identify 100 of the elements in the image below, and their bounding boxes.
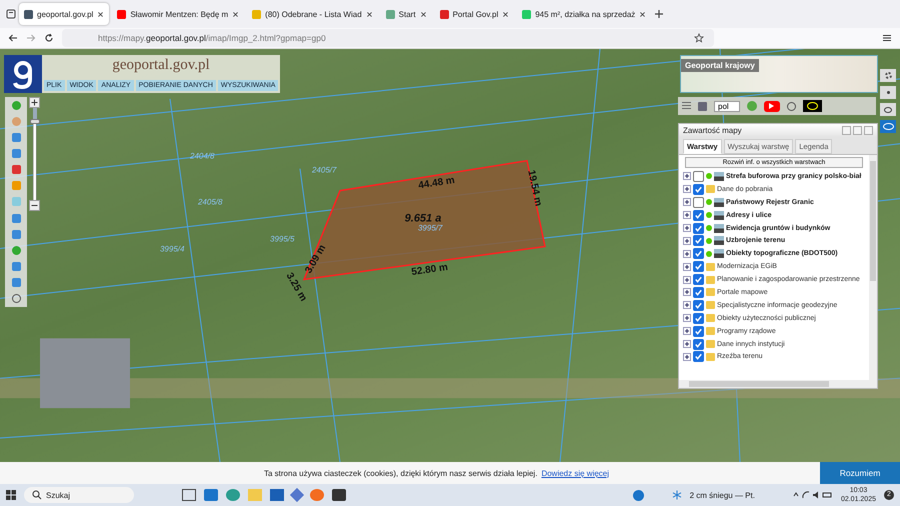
expand-icon[interactable] (683, 340, 691, 348)
minimap-title: Geoportal krajowy (681, 59, 759, 72)
site-icon (24, 10, 33, 18)
expand-icon[interactable] (683, 327, 691, 336)
zoom-slider-thumb[interactable] (30, 119, 40, 124)
expand-icon[interactable] (683, 185, 691, 194)
video-icon[interactable] (764, 100, 780, 112)
close-icon[interactable] (420, 10, 427, 18)
layer-checkbox[interactable] (693, 184, 704, 195)
site-icon (252, 10, 262, 18)
scrollbar[interactable] (869, 155, 877, 380)
zoom-out-button[interactable] (29, 200, 40, 211)
menu-icon[interactable] (882, 33, 892, 43)
close-icon[interactable] (639, 10, 646, 18)
layer-checkbox[interactable] (693, 210, 704, 221)
panel-title: Zawartość mapy (683, 126, 742, 135)
help-icon[interactable] (632, 490, 644, 500)
status-dot-icon (706, 225, 712, 231)
tab-title: (80) Odebrane - Lista Wiad (265, 10, 362, 18)
ring-icon[interactable] (880, 103, 896, 116)
tab-title: 945 m², działka na sprzedaż (535, 10, 636, 18)
expand-icon[interactable] (683, 352, 691, 361)
search-field[interactable]: Szukaj (24, 487, 134, 503)
tab-title: Sławomir Mentzen: Będę m (130, 10, 228, 18)
browser-tab[interactable]: (80) Odebrane - Lista Wiad (247, 3, 378, 25)
layer-checkbox[interactable] (693, 248, 704, 260)
system-tray-icon[interactable] (792, 490, 833, 500)
overview-minimap[interactable]: Geoportal krajowy (680, 55, 878, 93)
layer-checkbox[interactable] (693, 286, 704, 298)
learn-more-link[interactable]: Dowiedz się więcej (541, 468, 610, 478)
layer-checkbox[interactable] (693, 326, 704, 337)
reload-icon[interactable] (44, 33, 54, 43)
scrollbar[interactable] (679, 380, 877, 388)
eye-icon[interactable] (880, 120, 896, 133)
snowflake-icon (672, 490, 682, 500)
new-tab-icon[interactable] (654, 9, 664, 19)
search-icon (32, 490, 42, 500)
aerial-map[interactable] (0, 49, 900, 462)
browser-tab[interactable]: Start (380, 3, 432, 25)
layer-checkbox[interactable] (693, 235, 704, 246)
site-icon (522, 10, 532, 18)
star-icon[interactable] (694, 33, 704, 43)
site-icon (440, 10, 449, 18)
close-icon[interactable] (232, 10, 240, 18)
tab-title: Start (398, 10, 416, 18)
expand-icon[interactable] (683, 211, 691, 220)
zoom-in-button[interactable] (29, 97, 40, 108)
site-icon (117, 10, 126, 18)
zoom-slider[interactable] (28, 108, 40, 200)
status-dot-icon (706, 199, 712, 206)
layer-checkbox[interactable] (693, 351, 704, 362)
close-icon[interactable] (502, 10, 510, 18)
layer-checkbox[interactable] (693, 222, 704, 234)
layer-checkbox[interactable] (693, 300, 704, 311)
tab-list-icon[interactable] (6, 9, 16, 19)
expand-icon[interactable] (683, 198, 691, 206)
settings-icon[interactable] (880, 69, 896, 82)
expand-icon[interactable] (683, 288, 691, 296)
expand-icon[interactable] (683, 250, 691, 258)
status-dot-icon (706, 250, 712, 257)
browser-tab[interactable]: 945 m², działka na sprzedaż (517, 3, 652, 25)
expand-icon[interactable] (683, 314, 691, 322)
expand-icon[interactable] (683, 224, 691, 232)
status-dot-icon (706, 212, 712, 218)
measurement-label: 52.80 m (410, 262, 449, 278)
browser-tab[interactable]: Sławomir Mentzen: Będę m (112, 3, 244, 25)
measurement-label: 19.54 m (525, 169, 544, 208)
wheel-icon[interactable] (786, 102, 796, 110)
site-icon (386, 10, 395, 18)
expand-icon[interactable] (683, 262, 691, 271)
weather-text[interactable]: 2 cm śniegu — Pt. (690, 490, 755, 500)
browser-icon[interactable] (226, 489, 240, 501)
layer-checkbox[interactable] (693, 170, 704, 182)
expand-icon[interactable] (683, 236, 691, 245)
folder-icon (706, 185, 715, 194)
back-icon[interactable] (8, 33, 18, 43)
area-label: 9.651 a (404, 212, 442, 225)
browser-tab[interactable]: geoportal.gov.pl (19, 3, 110, 25)
expand-icon[interactable] (683, 301, 691, 310)
expand-icon[interactable] (683, 276, 691, 284)
close-icon[interactable] (97, 10, 104, 18)
task-view-icon[interactable] (182, 489, 196, 501)
layer-checkbox[interactable] (693, 312, 704, 324)
measurement-label: 44.48 m (418, 174, 456, 192)
accept-button[interactable]: Rozumiem (820, 462, 900, 484)
layer-checkbox[interactable] (693, 261, 704, 272)
language-select[interactable]: pol (714, 100, 740, 112)
close-icon[interactable] (366, 10, 373, 18)
accessibility-icon[interactable] (802, 100, 822, 112)
address-field[interactable]: https://mapy.geoportal.gov.pl/imap/Imgp_2.html?gpmap=gp0 (62, 29, 714, 47)
layer-checkbox[interactable] (693, 338, 704, 350)
expand-icon[interactable] (683, 172, 691, 180)
geoportal-logo-icon (4, 55, 42, 93)
layer-checkbox[interactable] (693, 196, 704, 208)
start-icon[interactable] (6, 490, 16, 500)
layer-checkbox[interactable] (693, 274, 704, 286)
printer-icon[interactable] (698, 102, 707, 110)
site-title: geoportal.gov.pl (112, 57, 210, 74)
status-dot-icon (706, 173, 712, 180)
browser-tab[interactable]: Portal Gov.pl (434, 3, 514, 25)
